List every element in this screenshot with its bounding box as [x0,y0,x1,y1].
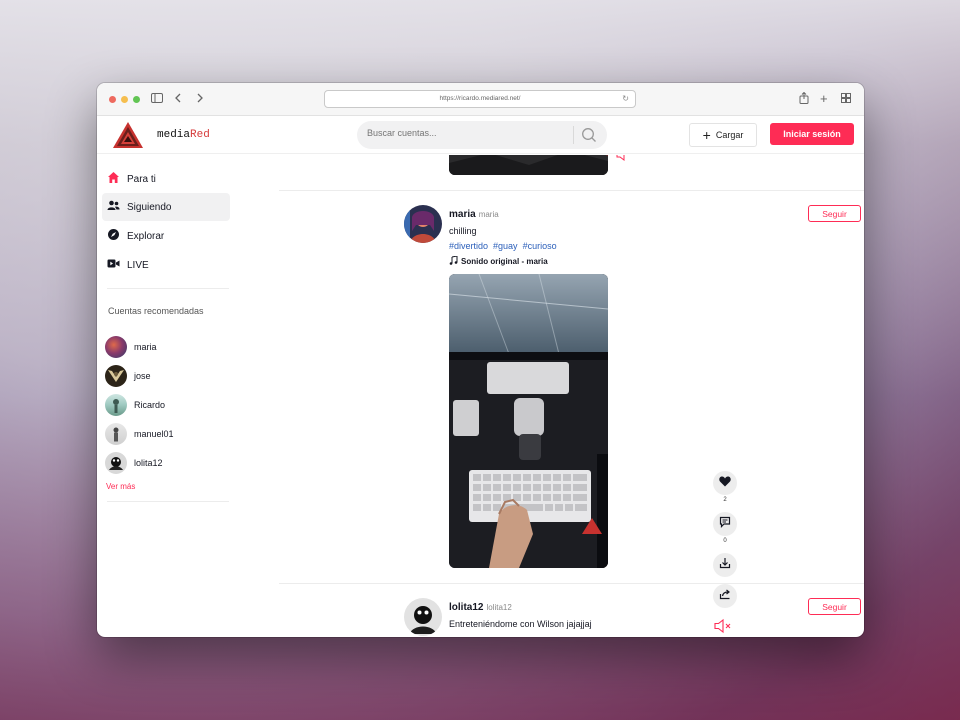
brand-suffix: Red [190,129,210,141]
post-caption: Entreteniéndome con Wilson jajajjaj [449,619,592,629]
video-feed: maria maria chilling #divertido #guay #cu… [237,155,864,637]
follow-label: Seguir [822,601,847,612]
nav-for-you[interactable]: Para ti [102,165,230,193]
follow-button[interactable]: Seguir [808,205,861,222]
nav-following[interactable]: Siguiendo [102,193,230,221]
home-icon [107,171,120,187]
see-more-link[interactable]: Ver más [106,482,135,491]
recommended-account-manuel01[interactable]: manuel01 [105,423,174,445]
account-name: Ricardo [134,400,166,410]
address-bar-url: https://ricardo.mediared.net/ [439,95,521,102]
username-text: maria [449,209,476,220]
sidebar-divider [107,501,229,502]
comment-button[interactable] [713,512,737,536]
username-text: lolita12 [449,602,484,613]
previous-video-tail[interactable] [449,155,608,175]
tab-overview-icon[interactable] [841,92,851,106]
nav-label: Para ti [127,173,156,185]
handle-text: maria [478,210,499,219]
share-arrow-icon [719,587,731,605]
search-bar [357,121,607,149]
upload-label: Cargar [715,130,744,140]
brand-prefix: media [157,129,191,141]
recommended-accounts-title: Cuentas recomendadas [108,306,204,316]
account-name: lolita12 [134,458,163,468]
like-count: 2 [723,497,727,503]
window-controls [109,96,140,103]
app-header: mediaRed + Cargar Iniciar sesión [97,116,864,154]
share-icon[interactable] [799,91,809,107]
compass-icon [107,228,120,244]
muted-speaker-icon[interactable] [615,155,631,167]
avatar [105,452,127,474]
nav-label: Siguiendo [127,201,172,213]
login-label: Iniciar sesión [783,129,841,139]
follow-label: Seguir [822,208,847,219]
recommended-account-maria[interactable]: maria [105,336,157,358]
browser-window: https://ricardo.mediared.net/ ↻ + mediaR… [97,83,864,637]
back-icon[interactable] [174,92,182,106]
post-caption: chilling [449,226,477,236]
hashtag-link[interactable]: #guay [493,241,518,251]
avatar [105,336,127,358]
music-note-icon [449,255,458,267]
post-separator [279,583,864,584]
heart-icon [719,474,731,492]
reload-icon[interactable]: ↻ [622,91,629,107]
follow-button[interactable]: Seguir [808,598,861,615]
forward-icon[interactable] [196,92,204,106]
post-tags: #divertido #guay #curioso [449,241,557,251]
muted-speaker-icon[interactable] [713,618,733,637]
account-name: maria [134,342,157,352]
plus-icon: + [702,127,711,143]
post-username[interactable]: maria maria [449,209,499,220]
users-icon [107,199,120,215]
post-author-avatar[interactable] [404,598,442,636]
new-tab-icon[interactable]: + [820,92,828,106]
handle-text: lolita12 [486,603,512,612]
hashtag-link[interactable]: #curioso [523,241,557,251]
address-bar[interactable]: https://ricardo.mediared.net/ ↻ [324,90,636,108]
recommended-account-lolita12[interactable]: lolita12 [105,452,163,474]
comment-icon [719,515,731,533]
brand-name: mediaRed [157,129,210,141]
account-name: manuel01 [134,429,174,439]
post-username[interactable]: lolita12 lolita12 [449,602,512,613]
sidebar-divider [107,288,229,289]
sidebar-toggle-icon[interactable] [151,92,163,106]
nav-live[interactable]: LIVE [102,251,230,279]
download-icon [719,556,731,574]
sound-name: Sonido original - maria [461,257,548,266]
sidebar: Para ti Siguiendo Explorar LIVE Cuentas … [97,155,237,637]
login-button[interactable]: Iniciar sesión [770,123,854,145]
maximize-window-button[interactable] [133,96,140,103]
avatar [105,365,127,387]
recommended-account-jose[interactable]: jose [105,365,151,387]
share-button[interactable] [713,584,737,608]
account-name: jose [134,371,151,381]
search-divider [573,126,574,144]
download-button[interactable] [713,553,737,577]
search-input[interactable] [367,128,567,138]
like-button[interactable] [713,471,737,495]
video-camera-icon [107,258,120,272]
nav-label: LIVE [127,259,149,271]
post-separator [279,190,864,191]
brand-logo[interactable] [111,120,145,150]
upload-button[interactable]: + Cargar [689,123,757,147]
post-sound[interactable]: Sonido original - maria [449,255,548,267]
search-icon[interactable] [581,127,597,148]
post-video[interactable] [449,274,608,568]
nav-label: Explorar [127,230,165,242]
comment-count: 0 [723,538,727,544]
browser-titlebar: https://ricardo.mediared.net/ ↻ + [97,83,864,116]
post-author-avatar[interactable] [404,205,442,243]
recommended-account-ricardo[interactable]: Ricardo [105,394,165,416]
nav-explore[interactable]: Explorar [102,222,230,250]
close-window-button[interactable] [109,96,116,103]
avatar [105,394,127,416]
minimize-window-button[interactable] [121,96,128,103]
hashtag-link[interactable]: #divertido [449,241,488,251]
avatar [105,423,127,445]
